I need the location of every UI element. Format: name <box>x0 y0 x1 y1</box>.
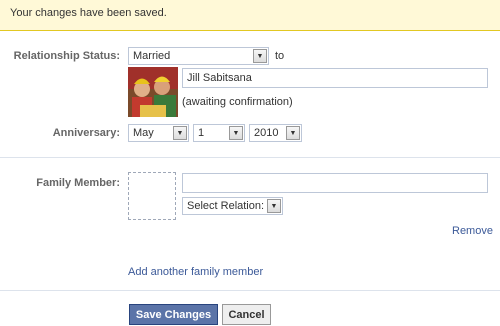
section-divider <box>0 157 500 158</box>
anniversary-year-select[interactable]: 2010 ▼ <box>249 124 302 142</box>
year-value: 2010 <box>254 127 279 139</box>
footer-divider <box>0 290 500 291</box>
relationship-status-select[interactable]: Married ▼ <box>128 47 269 65</box>
partner-photo <box>128 67 178 117</box>
chevron-down-icon: ▼ <box>286 126 300 140</box>
cancel-button[interactable]: Cancel <box>222 304 271 325</box>
save-changes-button[interactable]: Save Changes <box>129 304 218 325</box>
day-value: 1 <box>198 127 205 139</box>
remove-link[interactable]: Remove <box>452 225 493 237</box>
relation-select[interactable]: Select Relation: ▼ <box>182 197 283 215</box>
partner-name: Jill Sabitsana <box>187 72 252 84</box>
chevron-down-icon: ▼ <box>267 199 281 213</box>
family-member-label: Family Member: <box>36 177 120 189</box>
success-banner: Your changes have been saved. <box>0 0 500 31</box>
awaiting-confirmation: (awaiting confirmation) <box>182 96 293 108</box>
anniversary-day-select[interactable]: 1 ▼ <box>193 124 245 142</box>
anniversary-month-select[interactable]: May ▼ <box>128 124 189 142</box>
chevron-down-icon: ▼ <box>253 49 267 63</box>
anniversary-label: Anniversary: <box>52 127 120 139</box>
success-message: Your changes have been saved. <box>10 7 167 19</box>
relationship-status-label: Relationship Status: <box>13 50 120 62</box>
family-member-photo-placeholder <box>128 172 176 220</box>
to-label: to <box>275 50 285 62</box>
relation-value: Select Relation: <box>187 200 265 212</box>
partner-name-field[interactable]: Jill Sabitsana <box>182 68 488 88</box>
chevron-down-icon: ▼ <box>173 126 187 140</box>
add-family-member-link[interactable]: Add another family member <box>128 266 263 278</box>
relationship-status-value: Married <box>133 50 171 62</box>
family-member-name-field[interactable] <box>182 173 488 193</box>
month-value: May <box>133 127 154 139</box>
chevron-down-icon: ▼ <box>229 126 243 140</box>
